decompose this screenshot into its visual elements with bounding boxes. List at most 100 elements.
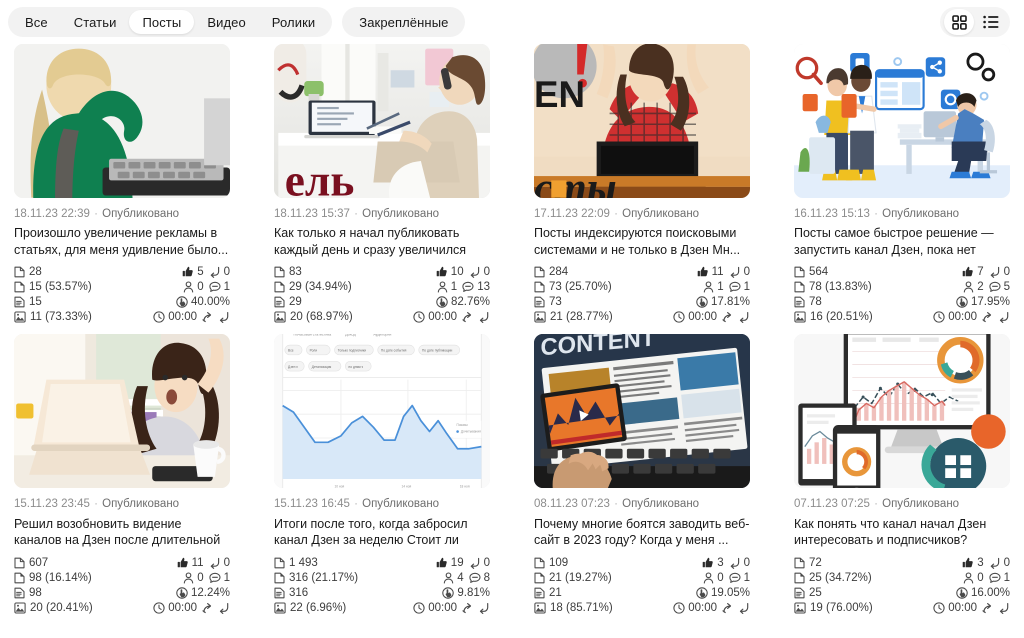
card-title[interactable]: Посты самое быстрое решение — запустить … (794, 225, 1010, 259)
card-thumbnail[interactable] (14, 334, 230, 489)
repost-icon[interactable] (999, 602, 1010, 614)
repost-icon[interactable] (219, 602, 230, 614)
publication-card[interactable]: 16.11.23 15:13 · Опубликовано Посты само… (794, 44, 1010, 323)
stat-time-share: 00:00 (933, 311, 1010, 323)
click-hand-icon (956, 296, 968, 309)
stat-engagement: 82.76% (413, 296, 490, 308)
card-thumbnail[interactable]: CONTENT (534, 334, 750, 489)
filter-chip-1[interactable]: Статьи (61, 10, 130, 34)
svg-text:Аудитория: Аудитория (373, 334, 391, 336)
reply-arrow-icon (209, 557, 221, 569)
stat-subscribers-value: 4 (457, 571, 464, 584)
filter-chip-4[interactable]: Ролики (259, 10, 328, 34)
stat-reads-value: 15 (29, 296, 42, 309)
card-title[interactable]: Почему многие боятся заводить веб-сайт в… (534, 516, 750, 550)
stat-shows: 564 (794, 266, 933, 278)
stat-audience: 1 1 (673, 281, 750, 293)
publication-card[interactable]: ель 18.11.23 15:37 · Опубликовано Как то… (274, 44, 490, 323)
card-title[interactable]: Посты индексируются поисковыми системами… (534, 225, 750, 259)
svg-text:ель: ель (285, 156, 355, 198)
card-thumbnail[interactable] (794, 44, 1010, 198)
stat-time-share: 00:00 (673, 602, 750, 614)
share-icon[interactable] (722, 311, 734, 323)
card-thumbnail[interactable]: EN сты (534, 44, 750, 198)
card-date: 18.11.23 22:39 (14, 208, 90, 220)
stat-engagement: 19.05% (673, 587, 750, 599)
filters-toolbar: Все Статьи Посты Видео Ролики Закреплённые (0, 0, 1024, 44)
stat-reactions: 11 0 (673, 266, 750, 278)
svg-text:Дочитывания: Дочитывания (461, 430, 481, 434)
stat-comments-value: 1 (223, 281, 230, 294)
card-title[interactable]: Итоги после того, когда забросил канал Д… (274, 516, 490, 550)
stat-shows-value: 1 493 (289, 556, 318, 569)
page-icon (534, 266, 545, 278)
share-icon[interactable] (462, 602, 474, 614)
repost-icon[interactable] (739, 311, 750, 324)
click-hand-icon (956, 587, 968, 599)
page-filled-icon (274, 572, 285, 584)
list-view-button[interactable] (976, 9, 1006, 35)
click-hand-icon (696, 587, 708, 599)
card-status: Опубликовано (882, 498, 960, 511)
stat-dislikes-value: 0 (1003, 266, 1010, 279)
clock-icon (933, 311, 945, 323)
card-title[interactable]: Как понять что канал начал Дзен интересо… (794, 516, 1010, 550)
share-icon[interactable] (982, 311, 994, 323)
card-date: 07.11.23 07:25 (794, 498, 870, 511)
meta-separator: · (870, 498, 882, 511)
repost-icon[interactable] (739, 602, 750, 614)
stat-engagement: 16.00% (933, 587, 1010, 599)
filter-chip-0[interactable]: Все (12, 10, 61, 34)
meta-separator: · (90, 498, 102, 511)
card-title[interactable]: Как только я начал публиковать каждый де… (274, 225, 490, 259)
click-hand-icon (696, 296, 708, 309)
clock-icon (673, 311, 685, 323)
stat-engagement-value: 19.05% (710, 586, 750, 599)
repost-icon[interactable] (479, 602, 490, 614)
stat-engagement-value: 82.76% (450, 296, 490, 309)
document-lines-icon (274, 587, 285, 599)
card-date: 18.11.23 15:37 (274, 208, 350, 220)
content-type-filter-group: Все Статьи Посты Видео Ролики (8, 7, 333, 37)
stat-views: 316 (21.17%) (274, 572, 413, 584)
meta-separator: · (90, 208, 102, 220)
stat-time-share: 00:00 (933, 602, 1010, 614)
publication-card[interactable]: Почасовая статистика Доход Аудитория Все Ро… (274, 334, 490, 614)
publication-card[interactable]: CONTENT 08.11.23 07:23 · Опубликовано По… (534, 334, 750, 614)
comment-icon (208, 572, 221, 584)
card-thumbnail[interactable]: Почасовая статистика Доход Аудитория Все Ро… (274, 334, 490, 489)
share-icon[interactable] (982, 602, 994, 614)
card-thumbnail[interactable] (794, 334, 1010, 489)
page-filled-icon (794, 572, 805, 584)
stat-shows: 284 (534, 266, 673, 278)
card-thumbnail[interactable] (14, 44, 230, 198)
meta-separator: · (350, 498, 362, 511)
filter-chip-2[interactable]: Посты (129, 10, 195, 34)
share-icon[interactable] (202, 311, 214, 323)
repost-icon[interactable] (999, 311, 1010, 324)
click-hand-icon (176, 296, 188, 309)
stat-reads: 15 (14, 296, 153, 308)
publication-card[interactable]: 07.11.23 07:25 · Опубликовано Как понять… (794, 334, 1010, 614)
stat-views: 78 (13.83%) (794, 281, 933, 293)
publication-card[interactable]: EN сты 17.11.23 22:09 · Опубликовано Пос… (534, 44, 750, 323)
share-icon[interactable] (202, 602, 214, 614)
card-thumbnail[interactable]: ель (274, 44, 490, 198)
repost-icon[interactable] (479, 311, 490, 324)
share-icon[interactable] (722, 602, 734, 614)
filter-chip-3[interactable]: Видео (194, 10, 258, 34)
thumbs-up-icon (182, 266, 194, 278)
repost-icon[interactable] (219, 311, 230, 324)
filter-chip-0[interactable]: Закреплённые (346, 10, 461, 34)
share-icon[interactable] (462, 311, 474, 323)
publication-card[interactable]: 18.11.23 22:39 · Опубликовано Произошло … (14, 44, 230, 323)
card-title[interactable]: Решил возобновить видение каналов на Дзе… (14, 516, 230, 550)
stat-shows: 607 (14, 557, 153, 569)
grid-view-button[interactable] (944, 9, 974, 35)
card-stats: 564 7 0 78 (13.83%) 2 5 78 17.95% 16 (20… (794, 266, 1010, 323)
publication-card[interactable]: 15.11.23 23:45 · Опубликовано Решил возо… (14, 334, 230, 614)
comment-icon (468, 572, 481, 584)
card-title[interactable]: Произошло увеличение рекламы в статьях, … (14, 225, 230, 259)
stat-time-value: 00:00 (948, 311, 977, 324)
document-lines-icon (274, 296, 285, 308)
